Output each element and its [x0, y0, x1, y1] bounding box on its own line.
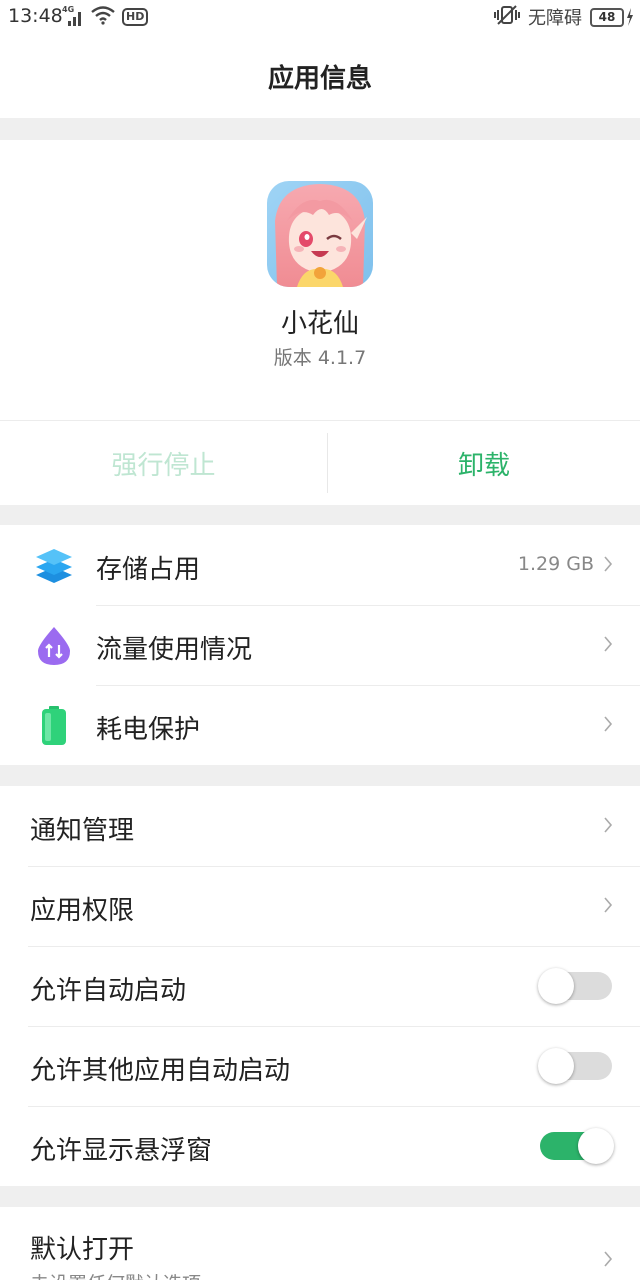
app-permissions-label: 应用权限 [30, 896, 135, 926]
status-time: 13:48 [8, 5, 63, 27]
battery-protection-label: 耗电保护 [96, 715, 201, 745]
other-app-auto-start-row: 允许其他应用自动启动 [0, 1026, 640, 1106]
other-app-auto-start-toggle[interactable] [538, 1048, 612, 1084]
wifi-icon [90, 5, 116, 29]
hd-icon: HD [122, 8, 149, 26]
data-usage-row[interactable]: 流量使用情况 [0, 605, 640, 685]
app-version: 版本 4.1.7 [273, 347, 367, 369]
data-usage-label: 流量使用情况 [96, 635, 253, 665]
status-left-icons: 4G HD [62, 5, 149, 29]
battery-level: 48 [590, 7, 624, 27]
uninstall-button[interactable]: 卸载 [328, 421, 640, 505]
title-bar: 应用信息 [0, 34, 640, 118]
app-header-card: 小花仙 版本 4.1.7 [0, 140, 640, 420]
other-app-auto-start-label: 允许其他应用自动启动 [30, 1056, 291, 1086]
floating-window-toggle[interactable] [540, 1128, 614, 1164]
default-open-sub: 未设置任何默认选项 [30, 1269, 201, 1280]
layers-icon [34, 545, 74, 585]
signal-icon: 4G [62, 5, 84, 27]
auto-start-toggle[interactable] [538, 968, 612, 1004]
toggle-knob [578, 1128, 614, 1164]
chevron-right-icon [604, 1251, 613, 1267]
chevron-right-icon [604, 636, 613, 652]
chevron-right-icon [604, 716, 613, 732]
status-right-icons: 无障碍 48 [494, 4, 634, 31]
auto-start-label: 允许自动启动 [30, 976, 187, 1006]
vibrate-icon [494, 4, 520, 31]
default-open-row[interactable]: 默认打开 未设置任何默认选项 [0, 1207, 640, 1280]
notification-management-row[interactable]: 通知管理 [0, 786, 640, 866]
auto-start-row: 允许自动启动 [0, 946, 640, 1026]
storage-value: 1.29 GB [517, 553, 594, 575]
default-open-group: 默认打开 未设置任何默认选项 [0, 1207, 640, 1280]
floating-window-label: 允许显示悬浮窗 [30, 1136, 213, 1166]
data-usage-icon [34, 625, 74, 665]
settings-group: 通知管理 应用权限 允许自动启动 允许其他应用自动启动 允许显示悬浮窗 [0, 786, 640, 1186]
chevron-right-icon [604, 817, 613, 833]
chevron-right-icon [604, 897, 613, 913]
toggle-knob [538, 968, 574, 1004]
battery-icon: 48 [590, 7, 634, 27]
battery-protection-row[interactable]: 耗电保护 [0, 685, 640, 765]
status-bar: 13:48 4G HD 无障碍 48 [0, 0, 640, 34]
app-actions: 强行停止 卸载 [0, 420, 640, 505]
battery-icon [34, 705, 74, 745]
toggle-knob [538, 1048, 574, 1084]
default-open-label: 默认打开 [30, 1235, 135, 1265]
accessibility-label: 无障碍 [528, 8, 582, 29]
notification-management-label: 通知管理 [30, 816, 135, 846]
page-title: 应用信息 [267, 63, 372, 94]
app-permissions-row[interactable]: 应用权限 [0, 866, 640, 946]
app-name: 小花仙 [280, 309, 359, 339]
chevron-right-icon [604, 556, 613, 572]
force-stop-button[interactable]: 强行停止 [0, 421, 327, 505]
storage-label: 存储占用 [96, 555, 201, 585]
storage-row[interactable]: 存储占用 1.29 GB [0, 525, 640, 605]
floating-window-row: 允许显示悬浮窗 [0, 1106, 640, 1186]
usage-group: 存储占用 1.29 GB 流量使用情况 耗电保护 [0, 525, 640, 765]
app-icon [267, 181, 373, 287]
